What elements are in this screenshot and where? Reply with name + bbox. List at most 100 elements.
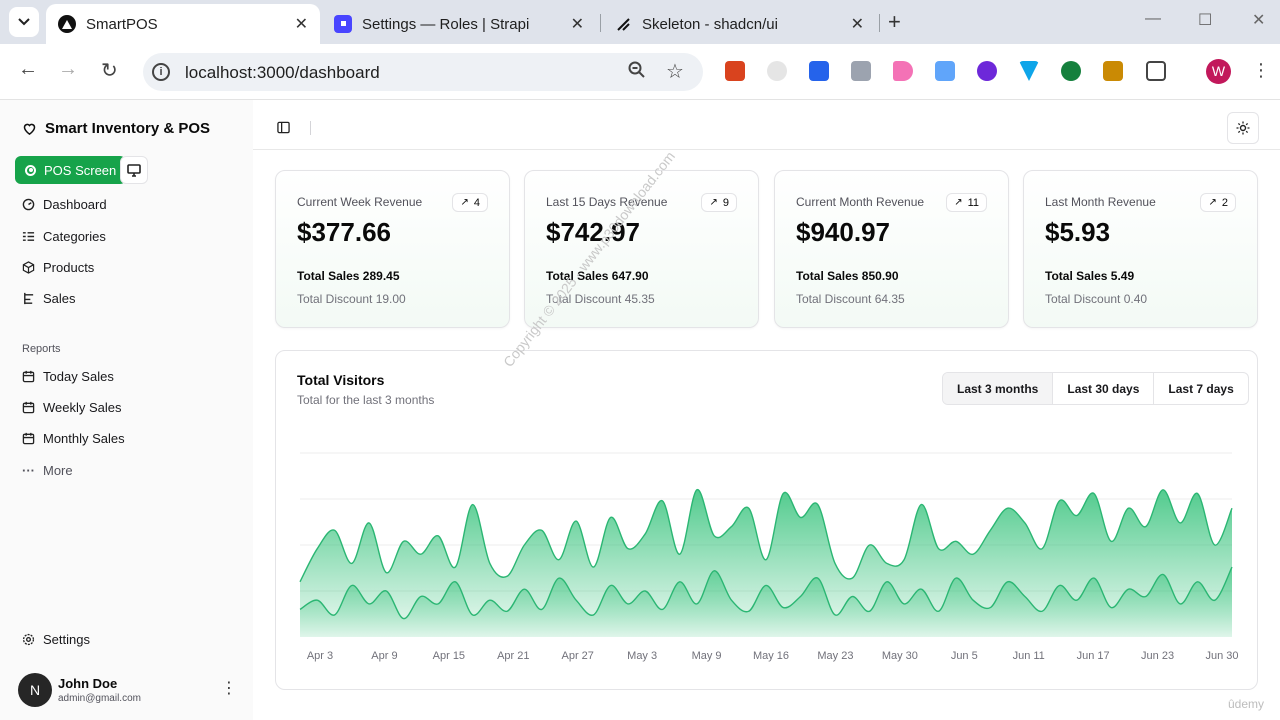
camera-extension-icon[interactable] [851, 61, 871, 81]
x-tick-label: Jun 5 [951, 650, 978, 662]
x-tick-label: Jun 23 [1141, 650, 1174, 662]
revenue-card: Current Month Revenue ↗ 11 $940.97 Total … [774, 170, 1009, 328]
zoom-icon[interactable] [628, 61, 646, 84]
extension-icon[interactable] [1061, 61, 1081, 81]
extension-icon[interactable] [1019, 61, 1039, 81]
site-info-icon[interactable]: i [152, 63, 170, 81]
card-title: Current Month Revenue [796, 195, 925, 209]
avatar: N [18, 673, 52, 707]
visitors-area-chart: Apr 3 Apr 9 Apr 15 Apr 21 Apr 27 May 3 May 9 Ma… [299, 452, 1239, 662]
range-option-30-days[interactable]: Last 30 days [1052, 373, 1153, 404]
monitor-icon [127, 163, 141, 177]
sidebar-item-today-sales[interactable]: Today Sales [22, 369, 114, 384]
trend-badge: ↗ 11 [946, 193, 987, 212]
chevron-down-icon [18, 18, 30, 26]
sidebar-item-weekly-sales[interactable]: Weekly Sales [22, 400, 122, 415]
extension-icon[interactable] [809, 61, 829, 81]
profile-avatar[interactable]: W [1206, 59, 1231, 84]
receipt-icon [24, 292, 34, 305]
browser-menu-icon[interactable]: ⋮ [1252, 60, 1270, 81]
user-menu-icon[interactable]: ⋮ [221, 678, 237, 698]
user-name: John Doe [58, 676, 118, 691]
calendar-icon [22, 370, 35, 383]
sidebar-item-dashboard[interactable]: Dashboard [22, 197, 107, 212]
sidebar-item-categories[interactable]: Categories [22, 229, 106, 244]
strapi-logo-icon [334, 15, 352, 33]
card-total-discount: Total Discount 19.00 [297, 292, 406, 306]
trending-up-icon: ↗ [460, 197, 469, 208]
tab-strapi[interactable]: Settings — Roles | Strapi ✕ [322, 4, 596, 44]
tab-search-button[interactable] [9, 7, 39, 37]
monitor-button[interactable] [120, 156, 148, 184]
card-title: Last Month Revenue [1045, 195, 1156, 209]
x-tick-label: May 30 [882, 650, 918, 662]
tab-smartpos[interactable]: SmartPOS ✕ [46, 4, 320, 44]
topbar-divider [310, 121, 311, 135]
browser-toolbar: ← → ↻ i localhost:3000/dashboard ☆ W ⋮ [0, 44, 1280, 100]
card-value: $5.93 [1045, 217, 1111, 247]
extension-icon[interactable] [1103, 61, 1123, 81]
extension-icon[interactable] [767, 61, 787, 81]
card-total-sales: Total Sales 5.49 [1045, 269, 1135, 283]
calendar-icon [22, 432, 35, 445]
bookmark-star-icon[interactable]: ☆ [666, 59, 684, 84]
x-tick-label: Jun 30 [1205, 650, 1238, 662]
url-text[interactable]: localhost:3000/dashboard [185, 63, 380, 83]
trending-up-icon: ↗ [1208, 197, 1217, 208]
brand-name: Smart Inventory & POS [45, 120, 211, 137]
user-profile[interactable]: N John Doe admin@gmail.com [18, 673, 141, 707]
trend-badge: ↗ 2 [1200, 193, 1236, 212]
back-icon[interactable]: ← [18, 58, 38, 81]
theme-toggle-button[interactable] [1227, 112, 1259, 144]
sidebar-item-more[interactable]: ··· More [22, 463, 73, 478]
sidebar: Smart Inventory & POS POS Screen Dashboa… [0, 100, 253, 720]
new-tab-icon[interactable]: + [888, 9, 901, 35]
visitors-chart-card: Total Visitors Total for the last 3 mont… [275, 350, 1258, 690]
revenue-card: Last Month Revenue ↗ 2 $5.93 Total Sales … [1023, 170, 1258, 328]
extension-icon[interactable] [725, 61, 745, 81]
tab-separator [879, 14, 880, 32]
x-tick-label: Apr 3 [307, 650, 333, 662]
minimize-icon[interactable]: — [1145, 10, 1161, 28]
trending-up-icon: ↗ [709, 197, 718, 208]
sidebar-item-products[interactable]: Products [22, 260, 94, 275]
heart-icon [23, 123, 36, 136]
sidebar-item-sales[interactable]: Sales [22, 291, 76, 306]
x-tick-label: May 3 [627, 650, 657, 662]
card-total-discount: Total Discount 64.35 [796, 292, 905, 306]
extension-icon[interactable] [935, 61, 955, 81]
pos-screen-button[interactable]: POS Screen [15, 156, 127, 184]
card-title: Current Week Revenue [297, 195, 423, 209]
sidebar-item-monthly-sales[interactable]: Monthly Sales [22, 431, 125, 446]
puzzle-extensions-icon[interactable] [1146, 61, 1166, 81]
range-toggle: Last 3 months Last 30 days Last 7 days [942, 372, 1249, 405]
reload-icon[interactable]: ↻ [101, 58, 118, 83]
range-option-7-days[interactable]: Last 7 days [1153, 373, 1247, 404]
x-tick-label: Apr 15 [433, 650, 465, 662]
close-tab-icon[interactable]: ✕ [295, 14, 308, 34]
sidebar-item-settings[interactable]: Settings [22, 632, 90, 647]
tab-shadcn[interactable]: Skeleton - shadcn/ui ✕ [602, 4, 876, 44]
brand[interactable]: Smart Inventory & POS [22, 120, 210, 137]
extension-icon[interactable] [977, 61, 997, 81]
card-value: $377.66 [297, 217, 391, 247]
close-tab-icon[interactable]: ✕ [571, 14, 584, 34]
extension-icon[interactable] [893, 61, 913, 81]
x-tick-label: May 16 [753, 650, 789, 662]
card-total-sales: Total Sales 647.90 [546, 269, 649, 283]
range-option-3-months[interactable]: Last 3 months [943, 373, 1053, 404]
udemy-watermark: ûdemy [1228, 697, 1265, 711]
chart-title: Total Visitors [297, 372, 385, 388]
trend-badge: ↗ 9 [701, 193, 737, 212]
card-total-sales: Total Sales 289.45 [297, 269, 400, 283]
address-bar[interactable]: i localhost:3000/dashboard ☆ [143, 53, 703, 91]
maximize-icon[interactable]: ☐ [1198, 10, 1212, 30]
forward-icon[interactable]: → [58, 58, 78, 81]
sidebar-toggle-icon[interactable] [277, 121, 290, 139]
triangle-logo-icon [58, 15, 76, 33]
x-tick-label: Jun 17 [1077, 650, 1110, 662]
close-tab-icon[interactable]: ✕ [851, 14, 864, 34]
card-total-discount: Total Discount 0.40 [1045, 292, 1148, 306]
window-close-icon[interactable]: ✕ [1252, 10, 1265, 30]
box-icon [22, 261, 35, 274]
